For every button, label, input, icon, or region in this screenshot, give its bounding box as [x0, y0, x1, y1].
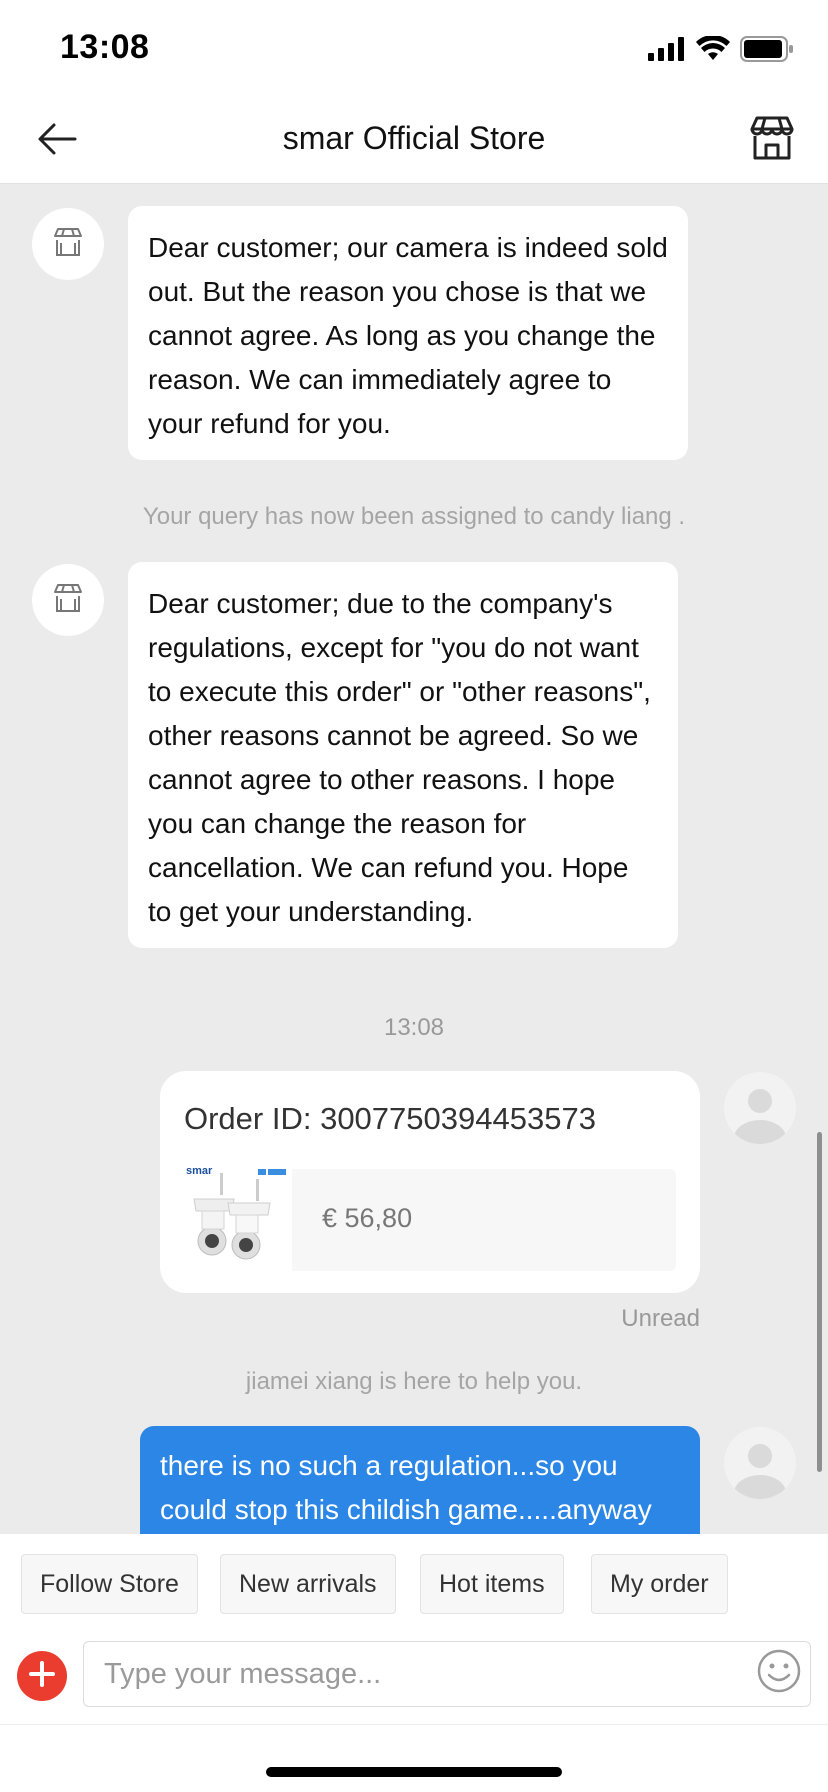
nav-bar: smar Official Store [0, 96, 828, 184]
wifi-icon [696, 34, 730, 67]
store-button[interactable] [744, 112, 800, 168]
store-message: Dear customer; due to the company's regu… [128, 562, 678, 948]
chat-area[interactable]: Dear customer; our camera is indeed sold… [0, 184, 828, 1534]
camera-image-2 [227, 1179, 271, 1260]
product-brand: smar [186, 1165, 213, 1177]
order-price: € 56,80 [322, 1203, 413, 1233]
message-input-bar [0, 1624, 828, 1724]
new-arrivals-button[interactable]: New arrivals [220, 1554, 396, 1614]
user-avatar [724, 1427, 796, 1499]
quick-actions-bar: Follow Store New arrivals Hot items My o… [0, 1534, 828, 1624]
system-message: Your query has now been assigned to cand… [142, 503, 686, 530]
page-title: smar Official Store [282, 120, 546, 156]
store-avatar [32, 564, 104, 636]
person-icon [724, 1444, 796, 1499]
status-time: 13:08 [60, 28, 150, 66]
user-message: there is no such a regulation...so you c… [140, 1426, 700, 1534]
battery-icon [740, 36, 794, 67]
store-message: Dear customer; our camera is indeed sold… [128, 206, 688, 460]
plus-icon [28, 1660, 56, 1693]
signal-icon [648, 37, 686, 66]
user-avatar [724, 1072, 796, 1144]
camera-image-1 [193, 1173, 235, 1256]
read-status: Unread [621, 1305, 700, 1332]
system-message: jiamei xiang is here to help you. [245, 1368, 583, 1395]
hot-items-button[interactable]: Hot items [420, 1554, 564, 1614]
message-timestamp: 13:08 [383, 1014, 445, 1041]
store-icon [748, 115, 796, 166]
order-id: Order ID: 3007750394453573 [184, 1101, 596, 1136]
status-bar: 13:08 [0, 0, 828, 96]
add-button[interactable] [17, 1651, 67, 1701]
bottom-safe-area [0, 1724, 828, 1792]
order-product[interactable]: smar € 56,80 [184, 1165, 676, 1271]
order-card[interactable]: Order ID: 3007750394453573 smar € 56,80 [160, 1071, 700, 1293]
status-icons [648, 34, 794, 67]
message-input[interactable] [83, 1641, 811, 1707]
my-order-button[interactable]: My order [591, 1554, 728, 1614]
store-avatar [32, 208, 104, 280]
emoji-button[interactable] [756, 1649, 802, 1698]
store-icon [53, 583, 83, 618]
store-icon [53, 227, 83, 262]
scrollbar[interactable] [817, 1132, 822, 1472]
person-icon [724, 1089, 796, 1144]
smiley-icon [757, 1649, 801, 1698]
follow-store-button[interactable]: Follow Store [21, 1554, 198, 1614]
home-indicator[interactable] [266, 1767, 562, 1777]
product-thumbnail: smar [184, 1165, 292, 1271]
